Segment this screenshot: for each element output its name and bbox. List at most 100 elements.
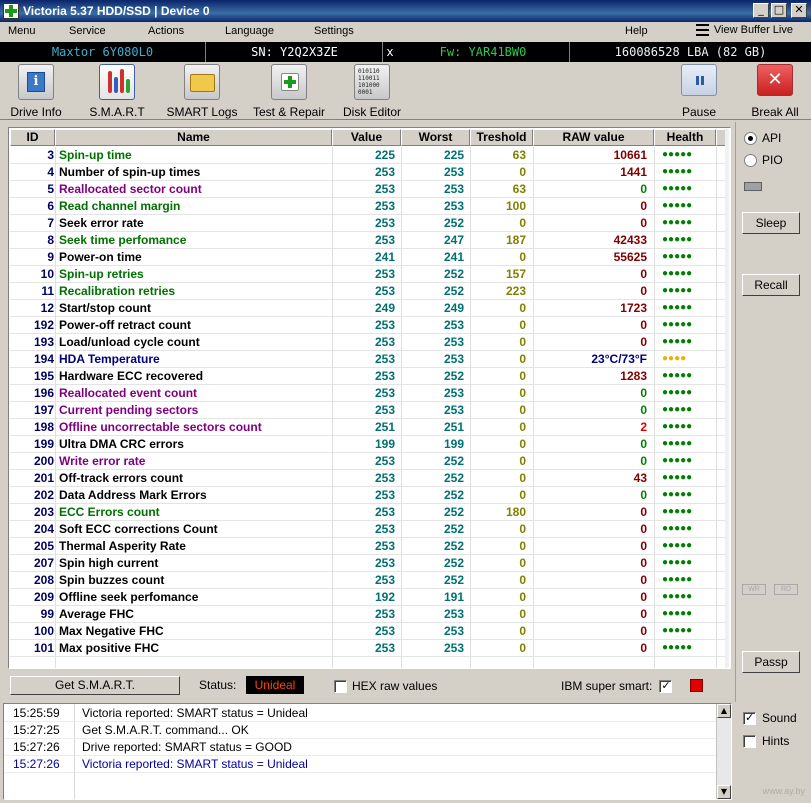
col-value[interactable]: Value — [332, 129, 401, 146]
menu-help[interactable]: Help — [625, 25, 648, 37]
ibm-super-smart-option[interactable]: IBM super smart: — [561, 679, 673, 693]
col-id[interactable]: ID — [10, 129, 55, 146]
col-raw[interactable]: RAW value — [533, 129, 654, 146]
test-repair-button[interactable]: Test & Repair — [251, 64, 327, 119]
smart-bars-icon — [99, 64, 135, 100]
api-radio[interactable] — [744, 131, 757, 145]
table-row[interactable]: 9 Power-on time 241 241 0 55625 ●●●●● — [10, 249, 726, 266]
table-row[interactable]: 207 Spin high current 253 252 0 0 ●●●●● — [10, 555, 726, 572]
smart-table[interactable]: ID Name Value Worst Treshold RAW value H… — [8, 127, 731, 669]
break-all-button[interactable]: ✕ Break All — [748, 64, 802, 119]
api-option[interactable]: API — [744, 131, 781, 145]
scroll-up-icon[interactable]: ▲ — [717, 704, 731, 718]
attr-worst: 253 — [443, 352, 464, 366]
attr-name: Power-on time — [59, 250, 142, 264]
attr-value: 253 — [374, 165, 395, 179]
menu-service[interactable]: Service — [69, 25, 106, 37]
table-row[interactable]: 6 Read channel margin 253 253 100 0 ●●●●● — [10, 198, 726, 215]
table-row[interactable]: 197 Current pending sectors 253 253 0 0 ●●●●● — [10, 402, 726, 419]
attr-worst: 252 — [443, 284, 464, 298]
smart-button[interactable]: S.M.A.R.T — [86, 64, 148, 119]
table-row[interactable]: 5 Reallocated sector count 253 253 63 0 ●●●●● — [10, 181, 726, 198]
col-name[interactable]: Name — [55, 129, 332, 146]
col-health[interactable]: Health — [654, 129, 716, 146]
attr-name: Max positive FHC — [59, 641, 160, 655]
attr-name: Start/stop count — [59, 301, 151, 315]
table-row[interactable]: 201 Off-track errors count 253 252 0 43 ●●●●● — [10, 470, 726, 487]
table-row[interactable]: 99 Average FHC 253 253 0 0 ●●●●● — [10, 606, 726, 623]
log-time: 15:27:26 — [13, 757, 60, 771]
table-row[interactable]: 204 Soft ECC corrections Count 253 252 0 0 ●●●… — [10, 521, 726, 538]
attr-id: 208 — [33, 573, 54, 587]
close-button[interactable]: ✕ — [791, 3, 807, 18]
hints-checkbox[interactable] — [743, 734, 756, 748]
table-row[interactable]: 203 ECC Errors count 253 252 180 0 ●●●●● — [10, 504, 726, 521]
attr-raw: 0 — [640, 386, 647, 400]
passp-button[interactable]: Passp — [742, 651, 800, 673]
log-panel[interactable]: 15:25:59 Victoria reported: SMART status … — [3, 703, 732, 800]
minimize-button[interactable]: _ — [753, 3, 769, 18]
attr-health: ●●●●● — [662, 251, 693, 262]
table-row[interactable]: 4 Number of spin-up times 253 253 0 1441 ●●●●● — [10, 164, 726, 181]
log-entry: 15:27:26 Victoria reported: SMART status … — [4, 756, 718, 773]
view-buffer-live[interactable]: View Buffer Live — [695, 24, 793, 36]
attr-threshold: 0 — [519, 420, 526, 434]
smart-logs-button[interactable]: SMART Logs — [166, 64, 238, 119]
disk-editor-label: Disk Editor — [342, 105, 401, 119]
table-row[interactable]: 8 Seek time perfomance 253 247 187 42433 ●●●●● — [10, 232, 726, 249]
attr-name: Load/unload cycle count — [59, 335, 200, 349]
table-row[interactable]: 194 HDA Temperature 253 253 0 23°C/73°F ●●●● — [10, 351, 726, 368]
close-device-button[interactable]: x — [383, 42, 397, 62]
recall-button[interactable]: Recall — [742, 274, 800, 296]
hex-raw-checkbox[interactable] — [334, 679, 347, 693]
scroll-down-icon[interactable]: ▼ — [717, 785, 731, 799]
sleep-button[interactable]: Sleep — [742, 212, 800, 234]
table-row[interactable]: 208 Spin buzzes count 253 252 0 0 ●●●●● — [10, 572, 726, 589]
pio-radio[interactable] — [744, 153, 757, 167]
maximize-button[interactable]: □ — [771, 3, 787, 18]
drive-info-button[interactable]: i Drive Info — [6, 64, 66, 119]
pio-option[interactable]: PIO — [744, 153, 783, 167]
table-row[interactable]: 200 Write error rate 253 252 0 0 ●●●●● — [10, 453, 726, 470]
col-worst[interactable]: Worst — [401, 129, 470, 146]
menu-actions[interactable]: Actions — [148, 25, 184, 37]
log-scrollbar[interactable]: ▲ ▼ — [716, 704, 731, 799]
get-smart-button[interactable]: Get S.M.A.R.T. — [10, 676, 180, 695]
table-row[interactable]: 101 Max positive FHC 253 253 0 0 ●●●●● — [10, 640, 726, 657]
menu-language[interactable]: Language — [225, 25, 274, 37]
table-row[interactable]: 12 Start/stop count 249 249 0 1723 ●●●●● — [10, 300, 726, 317]
table-row[interactable]: 11 Recalibration retries 253 252 223 0 ●●●●● — [10, 283, 726, 300]
attr-health: ●●●●● — [662, 166, 693, 177]
table-row[interactable]: 196 Reallocated event count 253 253 0 0 ●●●●● — [10, 385, 726, 402]
pause-button[interactable]: Pause — [676, 64, 722, 119]
attr-name: Write error rate — [59, 454, 146, 468]
col-threshold[interactable]: Treshold — [470, 129, 533, 146]
table-row[interactable]: 3 Spin-up time 225 225 63 10661 ●●●●● — [10, 147, 726, 164]
hints-option[interactable]: Hints — [743, 734, 789, 748]
menu-menu[interactable]: Menu — [8, 25, 36, 37]
sound-option[interactable]: Sound — [743, 711, 797, 725]
sound-checkbox[interactable] — [743, 711, 756, 725]
table-row[interactable]: 202 Data Address Mark Errors 253 252 0 0 ●●●●● — [10, 487, 726, 504]
menu-settings[interactable]: Settings — [314, 25, 354, 37]
table-scrollbar[interactable] — [725, 129, 729, 668]
ibm-super-smart-checkbox[interactable] — [659, 679, 673, 693]
attr-health: ●●●●● — [662, 285, 693, 296]
table-row[interactable]: 209 Offline seek perfomance 192 191 0 0 ●●●●● — [10, 589, 726, 606]
folder-icon — [184, 64, 220, 100]
attr-name: Current pending sectors — [59, 403, 199, 417]
disk-editor-button[interactable]: 010110 110011 101000 0001 Disk Editor — [341, 64, 403, 119]
table-row[interactable]: 198 Offline uncorrectable sectors count 25… — [10, 419, 726, 436]
attr-health: ●●●●● — [662, 370, 693, 381]
table-row[interactable]: 195 Hardware ECC recovered 253 252 0 1283 ●●●●… — [10, 368, 726, 385]
hex-raw-option[interactable]: HEX raw values — [334, 679, 437, 693]
table-row[interactable]: 10 Spin-up retries 253 252 157 0 ●●●●● — [10, 266, 726, 283]
table-row[interactable]: 205 Thermal Asperity Rate 253 252 0 0 ●●●●● — [10, 538, 726, 555]
title-bar[interactable]: Victoria 5.37 HDD/SSD | Device 0 _ □ ✕ — [0, 0, 811, 22]
table-row[interactable]: 199 Ultra DMA CRC errors 199 199 0 0 ●●●●● — [10, 436, 726, 453]
table-row[interactable]: 7 Seek error rate 253 252 0 0 ●●●●● — [10, 215, 726, 232]
table-row[interactable]: 192 Power-off retract count 253 253 0 0 ●●●●● — [10, 317, 726, 334]
table-row[interactable]: 193 Load/unload cycle count 253 253 0 0 ●●●●● — [10, 334, 726, 351]
attr-name: Data Address Mark Errors — [59, 488, 207, 502]
table-row[interactable]: 100 Max Negative FHC 253 253 0 0 ●●●●● — [10, 623, 726, 640]
